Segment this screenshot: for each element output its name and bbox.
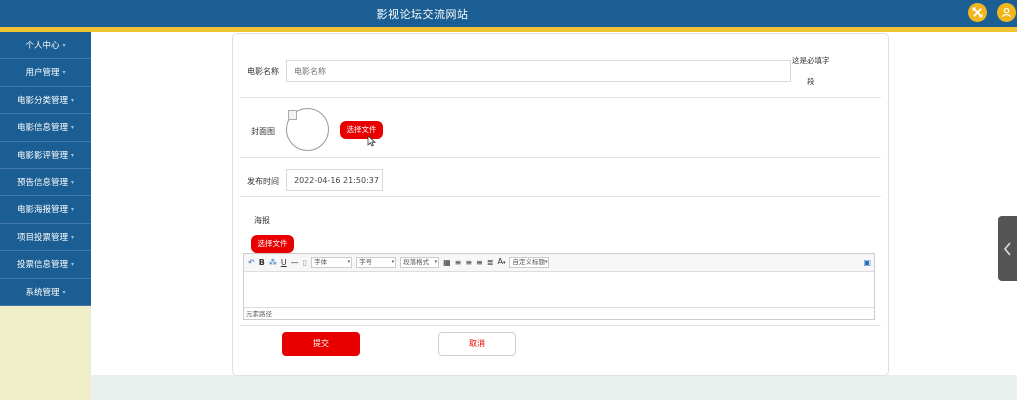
chevron-down-icon: ▾ xyxy=(71,96,75,104)
chevron-down-icon: ▾ xyxy=(434,259,438,265)
paragraph-format-select[interactable]: 段落格式 ▾ xyxy=(400,257,440,268)
movie-name-input[interactable] xyxy=(286,60,791,82)
movie-name-label: 电影名称 xyxy=(247,67,279,76)
editor-toolbar: ↶ B ⁂ U — ▯ 字体 ▾ 字号 ▾ 段落格式 ▾ ▦ ≡ ≡ ≡ ≣ A▾ 自… xyxy=(244,254,874,272)
sidebar-item-label: 电影分类管理 xyxy=(16,95,68,106)
underline-button[interactable]: U xyxy=(281,257,287,269)
sidebar-item-movie-info[interactable]: 电影信息管理 ▾ xyxy=(0,114,91,142)
fullscreen-icon[interactable]: ▣ xyxy=(863,257,871,269)
required-hint-cont: 段 xyxy=(807,77,815,86)
sidebar-item-label: 电影海报管理 xyxy=(16,205,68,216)
sidebar: 个人中心 ▾ 用户管理 ▾ 电影分类管理 ▾ 电影信息管理 ▾ 电影影评管理 ▾ 预告信息… xyxy=(0,32,91,400)
chevron-down-icon: ▾ xyxy=(347,259,351,265)
chevron-down-icon: ▾ xyxy=(71,151,75,159)
sidebar-item-movie-category[interactable]: 电影分类管理 ▾ xyxy=(0,86,91,115)
chevron-down-icon: ▾ xyxy=(71,124,75,132)
sidebar-item-label: 系统管理 xyxy=(25,287,60,298)
top-bar: 影视论坛交流网站 xyxy=(0,0,1017,32)
broken-image-icon xyxy=(288,110,297,120)
submit-button[interactable]: 提交 xyxy=(282,332,360,356)
publish-time-label: 发布时间 xyxy=(247,177,279,186)
chevron-down-icon: ▾ xyxy=(391,259,395,265)
sidebar-item-movie-poster[interactable]: 电影海报管理 ▾ xyxy=(0,196,91,224)
sidebar-item-label: 投票信息管理 xyxy=(16,260,68,271)
sidebar-item-user-management[interactable]: 用户管理 ▾ xyxy=(0,59,91,87)
clear-format-icon[interactable]: ▯ xyxy=(303,257,307,269)
divider xyxy=(240,325,881,326)
sidebar-item-vote-info[interactable]: 投票信息管理 ▾ xyxy=(0,251,91,279)
chevron-down-icon: ▾ xyxy=(502,260,506,266)
font-family-select[interactable]: 字体 ▾ xyxy=(311,257,353,268)
custom-title-select[interactable]: 自定义标题 ▾ xyxy=(509,257,550,268)
sidebar-item-label: 项目投票管理 xyxy=(16,232,68,243)
sidebar-item-label: 预告信息管理 xyxy=(16,177,68,188)
chevron-down-icon: ▾ xyxy=(62,288,66,296)
close-icon[interactable] xyxy=(968,3,987,22)
divider xyxy=(240,157,881,158)
rich-text-editor: ↶ B ⁂ U — ▯ 字体 ▾ 字号 ▾ 段落格式 ▾ ▦ ≡ ≡ ≡ ≣ A▾ 自… xyxy=(243,253,875,320)
sidebar-item-personal-center[interactable]: 个人中心 ▾ xyxy=(0,32,91,60)
horizontal-rule-icon[interactable]: — xyxy=(291,257,299,269)
font-color-button[interactable]: A▾ xyxy=(497,256,505,269)
font-family-value: 字体 xyxy=(314,258,328,266)
editor-element-path: 元素路径 xyxy=(244,307,874,319)
chevron-down-icon: ▾ xyxy=(71,178,75,186)
align-center-icon[interactable]: ≡ xyxy=(465,257,472,269)
cursor-icon xyxy=(367,135,376,147)
user-icon[interactable] xyxy=(997,3,1016,22)
site-title: 影视论坛交流网站 xyxy=(376,8,469,21)
poster-label: 海报 xyxy=(254,216,270,225)
required-hint: 这是必填字 xyxy=(792,56,830,65)
table-icon[interactable]: ▦ xyxy=(443,257,451,269)
custom-title-value: 自定义标题 xyxy=(512,258,545,266)
cancel-button[interactable]: 取消 xyxy=(438,332,516,356)
chevron-down-icon: ▾ xyxy=(71,233,75,241)
divider xyxy=(240,196,881,197)
publish-time-input[interactable] xyxy=(286,169,383,191)
align-justify-icon[interactable]: ≣ xyxy=(487,257,494,269)
divider xyxy=(240,97,881,98)
undo-icon[interactable]: ↶ xyxy=(248,257,255,269)
chevron-down-icon: ▾ xyxy=(544,259,548,265)
link-icon[interactable]: ⁂ xyxy=(269,257,277,269)
font-size-select[interactable]: 字号 ▾ xyxy=(356,257,397,268)
sidebar-item-trailer-info[interactable]: 预告信息管理 ▾ xyxy=(0,168,91,197)
font-size-value: 字号 xyxy=(359,258,373,266)
sidebar-item-project-vote[interactable]: 项目投票管理 ▾ xyxy=(0,223,91,252)
paragraph-format-value: 段落格式 xyxy=(403,258,430,266)
sidebar-item-label: 电影影评管理 xyxy=(16,150,68,161)
chevron-down-icon: ▾ xyxy=(62,42,66,49)
chevron-down-icon: ▾ xyxy=(71,206,75,214)
bold-button[interactable]: B xyxy=(259,257,265,269)
sidebar-item-movie-review[interactable]: 电影影评管理 ▾ xyxy=(0,141,91,169)
align-left-icon[interactable]: ≡ xyxy=(455,257,462,269)
sidebar-item-system[interactable]: 系统管理 ▾ xyxy=(0,278,91,306)
chevron-down-icon: ▾ xyxy=(71,261,75,269)
align-right-icon[interactable]: ≡ xyxy=(476,257,483,269)
chevron-left-icon xyxy=(1003,242,1011,256)
cover-choose-file-button[interactable]: 选择文件 xyxy=(340,121,383,139)
chevron-down-icon: ▾ xyxy=(62,69,66,77)
sidebar-item-label: 用户管理 xyxy=(25,68,60,79)
cover-label: 封面图 xyxy=(251,127,275,136)
sidebar-item-label: 电影信息管理 xyxy=(16,123,68,134)
side-panel-toggle[interactable] xyxy=(998,216,1017,281)
poster-choose-file-button[interactable]: 选择文件 xyxy=(251,235,294,253)
sidebar-item-label: 个人中心 xyxy=(25,41,60,51)
